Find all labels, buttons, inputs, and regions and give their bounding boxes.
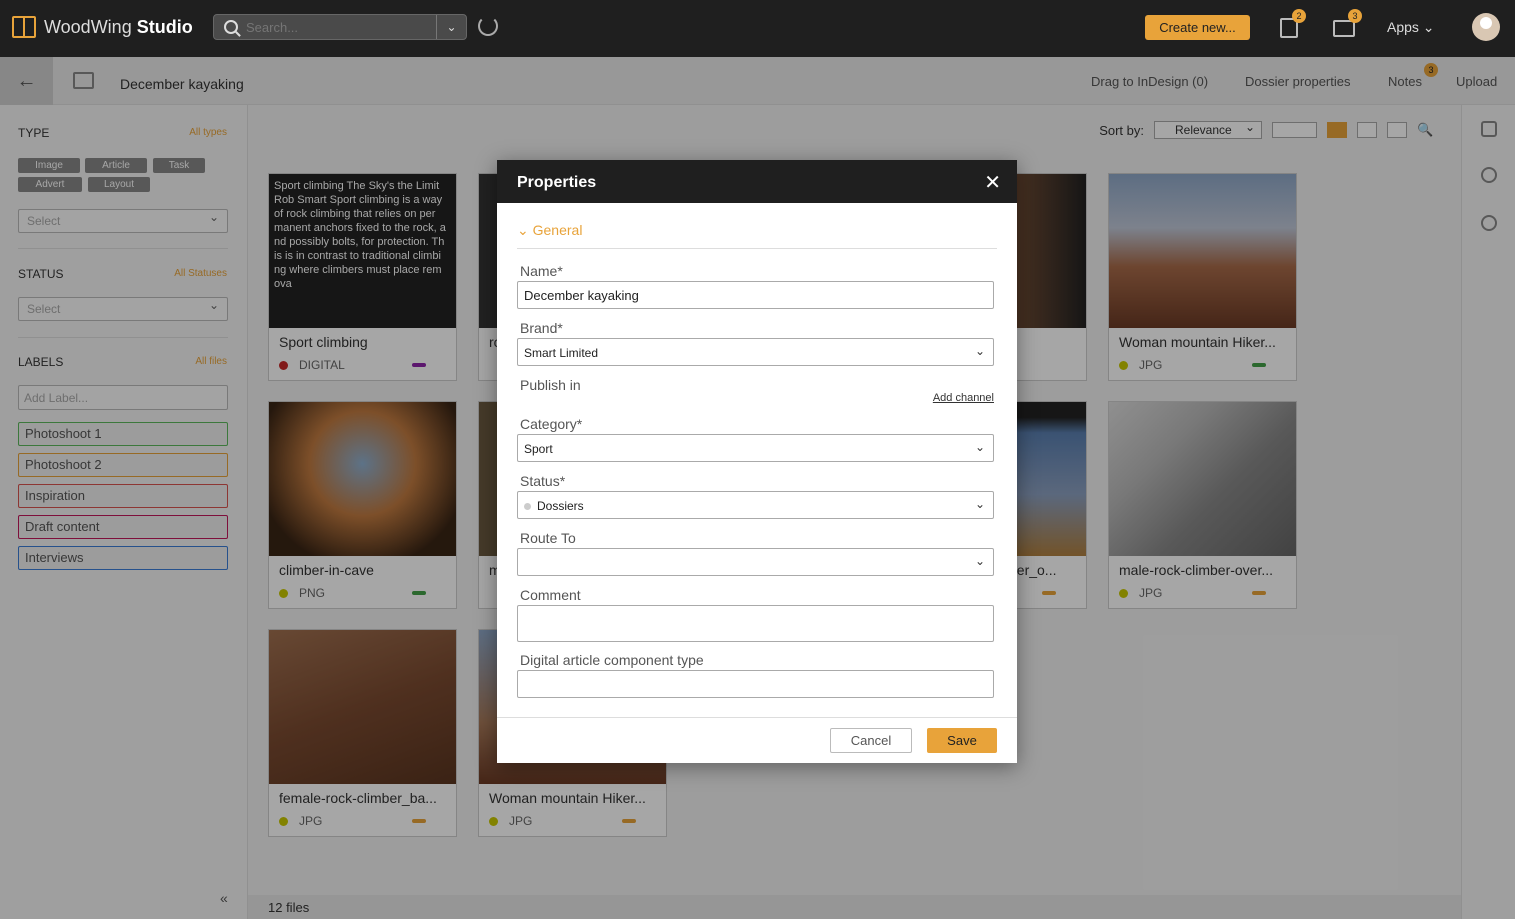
apps-menu[interactable]: Apps ⌄ bbox=[1387, 19, 1435, 36]
digital-article-component-field[interactable] bbox=[517, 670, 994, 698]
tasks-badge: 2 bbox=[1292, 9, 1306, 23]
chevron-down-icon: ⌄ bbox=[974, 554, 985, 568]
add-channel-link[interactable]: Add channel bbox=[933, 392, 994, 404]
app-logo[interactable]: WoodWing Studio bbox=[12, 16, 193, 38]
route-to-select[interactable]: ⌄ bbox=[517, 548, 994, 576]
comment-label: Comment bbox=[520, 587, 581, 603]
publish-in-label: Publish in bbox=[520, 377, 581, 393]
avatar[interactable] bbox=[1472, 13, 1500, 41]
chevron-down-icon: ⌄ bbox=[517, 222, 529, 238]
category-select[interactable]: Sport ⌄ bbox=[517, 434, 994, 462]
save-button[interactable]: Save bbox=[927, 728, 997, 753]
name-label: Name* bbox=[520, 263, 563, 279]
top-bar: WoodWing Studio ⌄ Create new... 2 3 Apps… bbox=[0, 0, 1515, 57]
search-box[interactable]: ⌄ bbox=[213, 14, 467, 40]
dialog-header: Properties ✕ bbox=[497, 160, 1017, 203]
name-field[interactable] bbox=[517, 281, 994, 309]
status-dot bbox=[524, 503, 531, 511]
cancel-button[interactable]: Cancel bbox=[830, 728, 912, 753]
status-label: Status* bbox=[520, 473, 566, 489]
divider bbox=[497, 717, 1017, 718]
brand-name: WoodWing Studio bbox=[44, 16, 193, 37]
chevron-down-icon: ⌄ bbox=[974, 497, 985, 511]
search-icon bbox=[224, 20, 238, 34]
close-icon[interactable]: ✕ bbox=[984, 170, 1001, 195]
general-section-toggle[interactable]: ⌄ General bbox=[517, 222, 582, 239]
brand-select[interactable]: Smart Limited ⌄ bbox=[517, 338, 994, 366]
route-to-label: Route To bbox=[520, 530, 576, 546]
search-input[interactable] bbox=[246, 19, 426, 35]
search-dropdown-icon[interactable]: ⌄ bbox=[436, 15, 466, 39]
chevron-down-icon: ⌄ bbox=[974, 344, 985, 358]
digital-article-label: Digital article component type bbox=[520, 652, 704, 668]
status-select[interactable]: Dossiers ⌄ bbox=[517, 491, 994, 519]
properties-dialog: Properties ✕ ⌄ General Name* Brand* Smar… bbox=[497, 160, 1017, 763]
dialog-title: Properties bbox=[517, 174, 597, 191]
comment-field[interactable] bbox=[517, 605, 994, 642]
chevron-down-icon: ⌄ bbox=[974, 440, 985, 454]
refresh-icon[interactable] bbox=[478, 16, 498, 36]
book-icon bbox=[12, 16, 36, 38]
inbox-badge: 3 bbox=[1348, 9, 1362, 23]
divider bbox=[517, 248, 997, 249]
brand-label: Brand* bbox=[520, 320, 563, 336]
category-label: Category* bbox=[520, 416, 583, 432]
create-new-button[interactable]: Create new... bbox=[1145, 15, 1250, 40]
